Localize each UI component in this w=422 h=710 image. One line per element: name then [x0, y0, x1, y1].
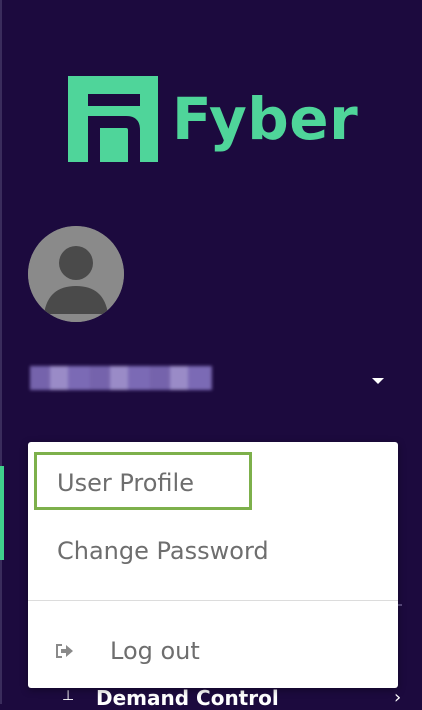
- fyber-logo-mark-icon: [68, 76, 158, 162]
- menu-item-log-out[interactable]: Log out: [28, 622, 398, 680]
- user-avatar-icon: [28, 226, 124, 322]
- menu-item-change-password[interactable]: Change Password: [28, 522, 398, 580]
- menu-item-label: Log out: [110, 637, 200, 665]
- nav-item-demand-control[interactable]: Demand Control: [96, 686, 279, 710]
- sliders-icon: ⊥: [62, 688, 75, 704]
- menu-divider: [28, 600, 398, 601]
- username-redacted[interactable]: [30, 366, 212, 390]
- sidebar-left-border: [0, 0, 2, 704]
- caret-down-icon[interactable]: [372, 378, 384, 384]
- active-nav-indicator: [0, 466, 4, 560]
- background-divider: [398, 604, 402, 606]
- menu-item-user-profile[interactable]: User Profile: [28, 454, 398, 512]
- menu-item-label: User Profile: [57, 469, 194, 497]
- fyber-logo: Fyber: [68, 76, 358, 162]
- sign-out-icon: [56, 644, 73, 658]
- brand-name: Fyber: [172, 85, 359, 153]
- chevron-right-icon: ›: [394, 687, 402, 708]
- user-dropdown-menu: User Profile Change Password Log out: [28, 442, 398, 688]
- menu-item-label: Change Password: [57, 537, 269, 565]
- user-avatar[interactable]: [28, 226, 124, 322]
